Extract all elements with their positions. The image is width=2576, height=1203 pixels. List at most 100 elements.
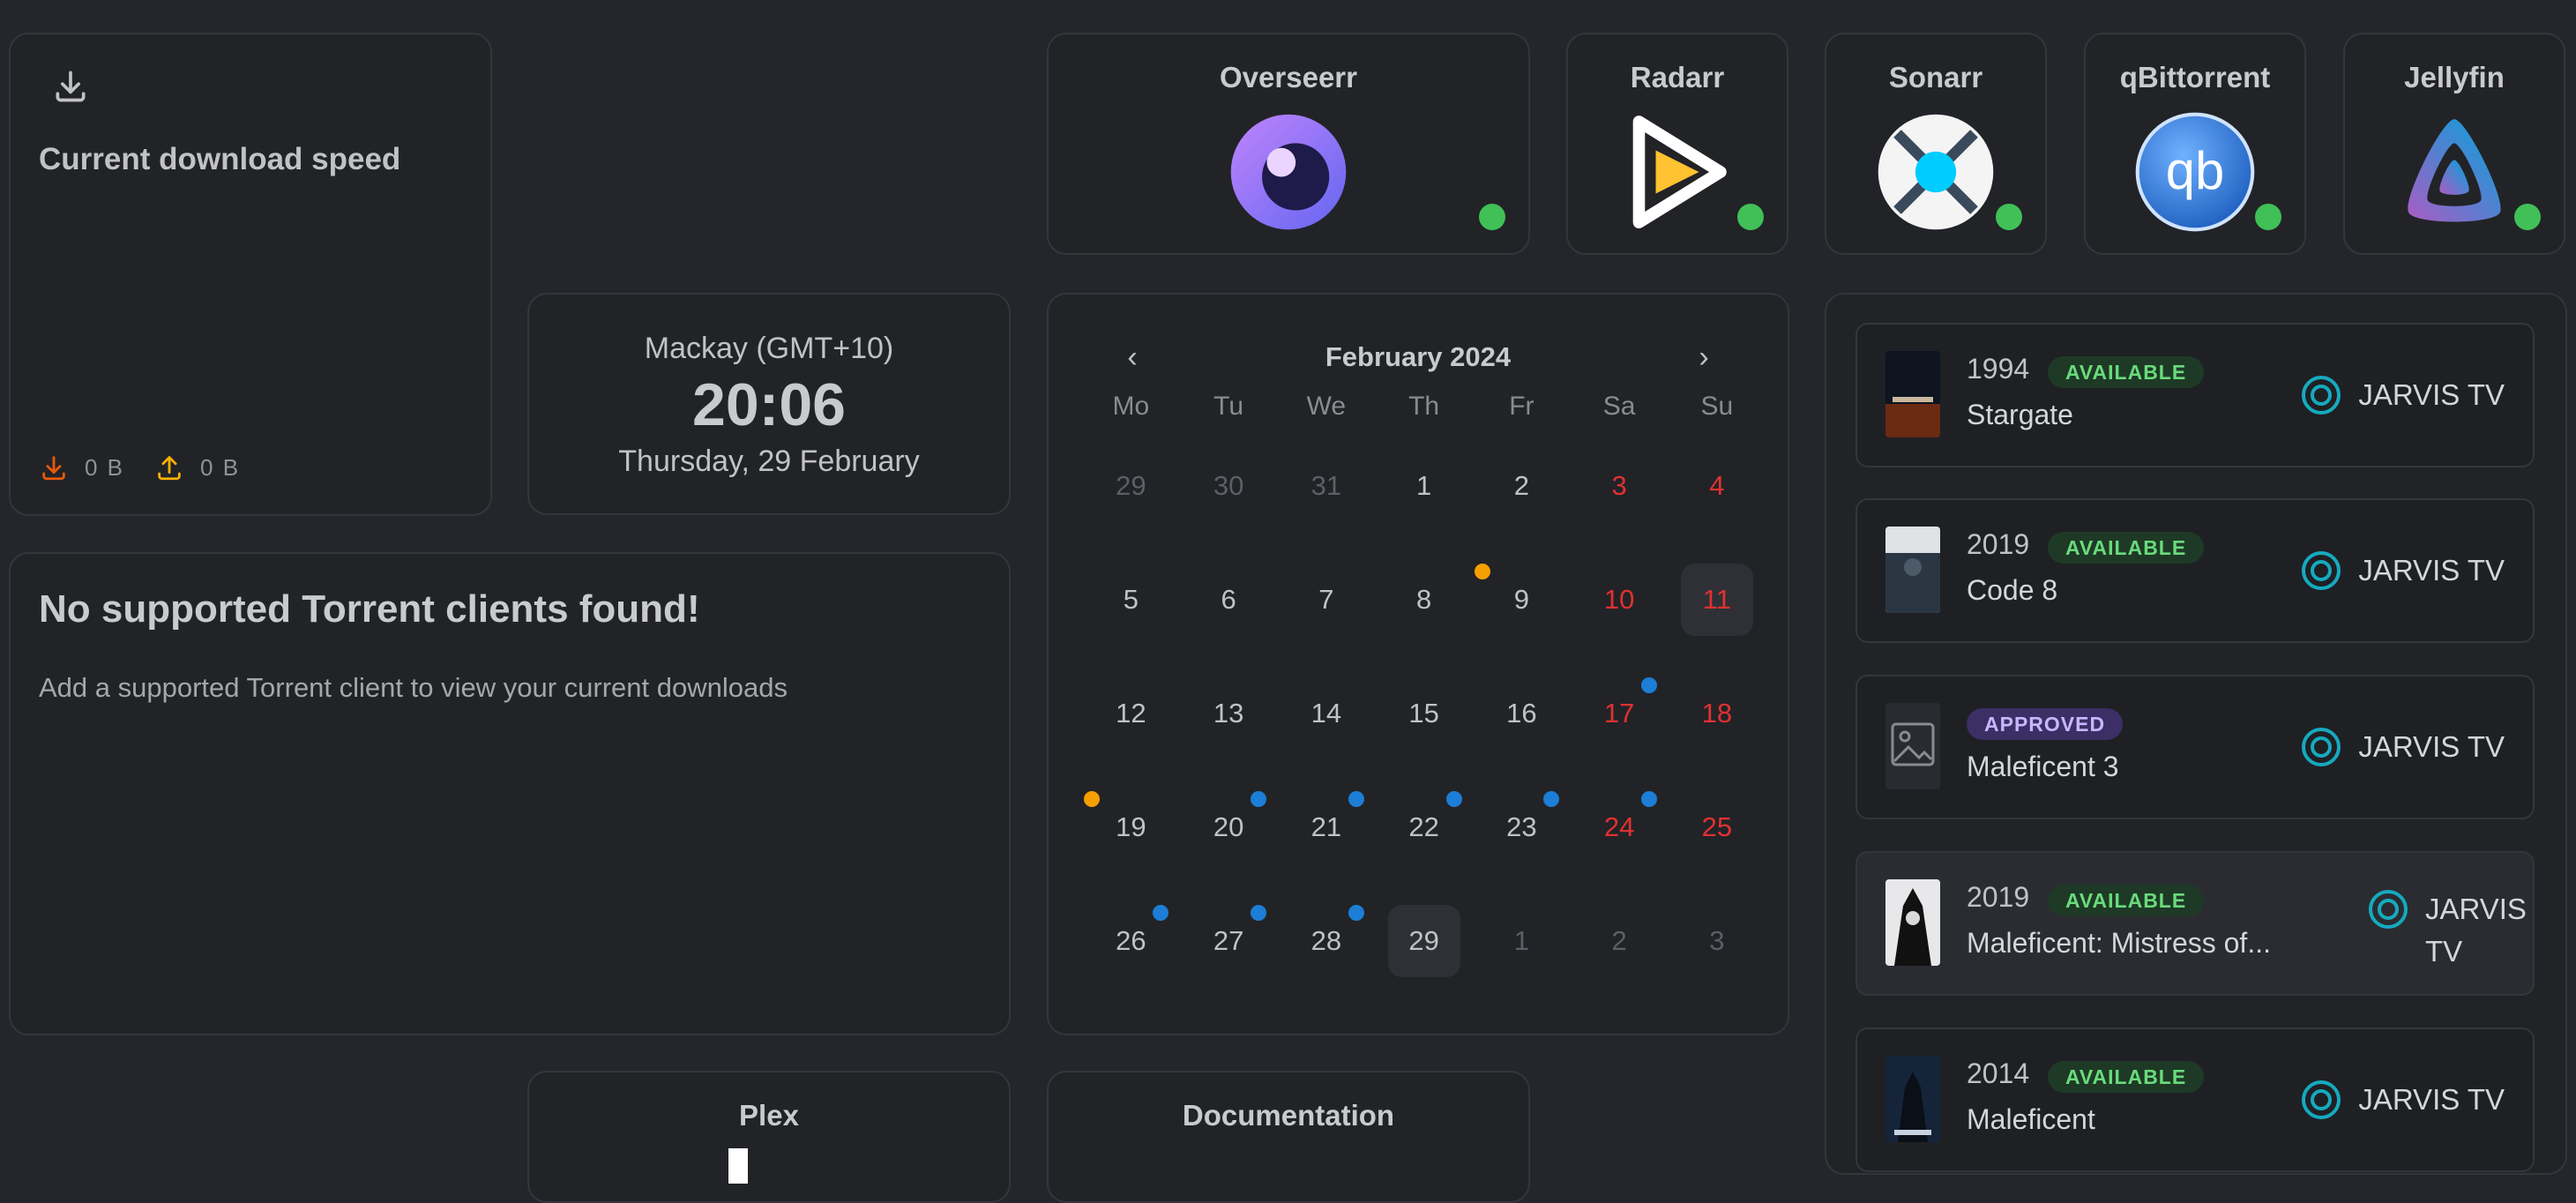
day-number: 2 <box>1611 924 1627 956</box>
request-title: Code 8 <box>1967 574 2058 606</box>
calendar-day[interactable]: 6 <box>1180 542 1278 656</box>
app-tile-documentation[interactable]: Documentation <box>1047 1071 1530 1203</box>
day-number: 14 <box>1310 697 1342 729</box>
calendar-day[interactable]: 31 <box>1278 429 1376 542</box>
calendar-day[interactable]: 24 <box>1571 770 1669 884</box>
movie-poster <box>1885 1056 1940 1142</box>
calendar-day[interactable]: 17 <box>1571 656 1669 770</box>
day-number: 29 <box>1116 469 1146 501</box>
day-number: 28 <box>1290 902 1366 977</box>
calendar-next-button[interactable]: › <box>1682 335 1726 379</box>
day-number: 19 <box>1082 788 1167 863</box>
calendar-day[interactable]: 26 <box>1082 884 1180 998</box>
request-year: 1994 <box>1967 353 2030 385</box>
calendar-day[interactable]: 21 <box>1278 770 1376 884</box>
calendar-month-title[interactable]: February 2024 <box>1049 335 1788 379</box>
release-marker-blue <box>1249 788 1269 809</box>
day-number: 4 <box>1709 469 1725 501</box>
app-tile-qbittorrent[interactable]: qBittorrent qb <box>2084 33 2306 255</box>
calendar-day[interactable]: 12 <box>1082 656 1180 770</box>
calendar-day[interactable]: 23 <box>1473 770 1571 884</box>
calendar-day[interactable]: 30 <box>1180 429 1278 542</box>
release-marker-orange <box>1473 561 1493 581</box>
status-online-dot <box>2255 204 2281 230</box>
weekday-label: Sa <box>1602 392 1636 421</box>
app-tile-radarr[interactable]: Radarr <box>1566 33 1788 255</box>
app-name: Jellyfin <box>2404 61 2505 93</box>
calendar-day[interactable]: 1 <box>1375 429 1473 542</box>
release-marker-blue <box>1542 788 1562 809</box>
request-item[interactable]: 2014 AVAILABLE Maleficent JARVIS TV <box>1855 1027 2535 1172</box>
day-number: 11 <box>1680 563 1753 636</box>
calendar-day[interactable]: 9 <box>1473 542 1571 656</box>
jellyfin-server-icon <box>2302 551 2341 590</box>
request-item[interactable]: 1994 AVAILABLE Stargate JARVIS TV <box>1855 323 2535 467</box>
calendar-day[interactable]: 4 <box>1669 429 1766 542</box>
app-tile-overseerr[interactable]: Overseerr <box>1047 33 1530 255</box>
day-number: 8 <box>1416 583 1432 615</box>
calendar-day[interactable]: 10 <box>1571 542 1669 656</box>
app-name: Documentation <box>1182 1099 1395 1132</box>
status-badge: AVAILABLE <box>2048 532 2205 564</box>
calendar-day[interactable]: 14 <box>1278 656 1376 770</box>
download-icon <box>56 71 86 102</box>
calendar-day[interactable]: 27 <box>1180 884 1278 998</box>
calendar-day[interactable]: 18 <box>1669 656 1766 770</box>
torrent-widget-title: No supported Torrent clients found! <box>39 587 700 631</box>
sonarr-icon <box>1878 114 1994 230</box>
calendar-day[interactable]: 22 <box>1375 770 1473 884</box>
calendar-day[interactable]: 2 <box>1571 884 1669 998</box>
request-item[interactable]: 2019 AVAILABLE Maleficent: Mistress of..… <box>1855 851 2535 996</box>
calendar-day[interactable]: 15 <box>1375 656 1473 770</box>
server-label: JARVIS TV <box>2300 1079 2505 1121</box>
calendar-day-today[interactable]: 29 <box>1375 884 1473 998</box>
app-tile-sonarr[interactable]: Sonarr <box>1825 33 2047 255</box>
calendar-day[interactable]: 2 <box>1473 429 1571 542</box>
image-placeholder-icon <box>1885 703 1940 789</box>
request-item[interactable]: APPROVED Maleficent 3 JARVIS TV <box>1855 675 2535 819</box>
day-number: 27 <box>1192 902 1269 977</box>
calendar-day[interactable]: 8 <box>1375 542 1473 656</box>
server-label: JARVIS TV <box>2300 549 2505 592</box>
calendar-day[interactable]: 1 <box>1473 884 1571 998</box>
calendar-day[interactable]: 13 <box>1180 656 1278 770</box>
overseerr-icon <box>1230 114 1347 230</box>
calendar-widget: ‹ February 2024 › Mo Tu We Th Fr Sa Su 2… <box>1047 293 1789 1035</box>
status-badge: AVAILABLE <box>2048 885 2205 916</box>
day-number: 12 <box>1116 697 1146 729</box>
request-title: Maleficent 3 <box>1967 751 2119 782</box>
weekday-label: We <box>1306 392 1347 421</box>
release-marker-blue <box>1346 788 1366 809</box>
clock-widget: Mackay (GMT+10) 20:06 Thursday, 29 Febru… <box>527 293 1011 515</box>
weekday-label: Mo <box>1112 392 1150 421</box>
calendar-day[interactable]: 20 <box>1180 770 1278 884</box>
status-online-dot <box>1479 204 1505 230</box>
upload-value: 0 B <box>200 453 241 481</box>
day-number: 20 <box>1192 788 1269 863</box>
app-tile-jellyfin[interactable]: Jellyfin <box>2343 33 2565 255</box>
request-item[interactable]: 2019 AVAILABLE Code 8 JARVIS TV <box>1855 498 2535 643</box>
calendar-day[interactable]: 29 <box>1082 429 1180 542</box>
jellyfin-icon <box>2408 119 2501 222</box>
day-number: 23 <box>1485 788 1562 863</box>
download-widget-title: Current download speed <box>39 142 401 176</box>
clock-date: Thursday, 29 February <box>618 445 920 478</box>
status-online-dot <box>1996 204 2022 230</box>
calendar-day[interactable]: 19 <box>1082 770 1180 884</box>
app-tile-plex[interactable]: Plex <box>527 1071 1011 1203</box>
calendar-day[interactable]: 3 <box>1571 429 1669 542</box>
calendar-day[interactable]: 16 <box>1473 656 1571 770</box>
calendar-day[interactable]: 5 <box>1082 542 1180 656</box>
release-marker-blue <box>1151 902 1171 923</box>
calendar-day-selected[interactable]: 11 <box>1669 542 1766 656</box>
calendar-day[interactable]: 28 <box>1278 884 1376 998</box>
status-badge: APPROVED <box>1967 708 2124 740</box>
release-marker-blue <box>1639 675 1660 695</box>
weekday-label: Tu <box>1213 392 1244 421</box>
request-title: Maleficent <box>1967 1103 2095 1135</box>
calendar-day[interactable]: 3 <box>1669 884 1766 998</box>
qbittorrent-icon: qb <box>2135 112 2255 232</box>
calendar-day[interactable]: 7 <box>1278 542 1376 656</box>
day-number: 30 <box>1213 469 1244 501</box>
calendar-day[interactable]: 25 <box>1669 770 1766 884</box>
